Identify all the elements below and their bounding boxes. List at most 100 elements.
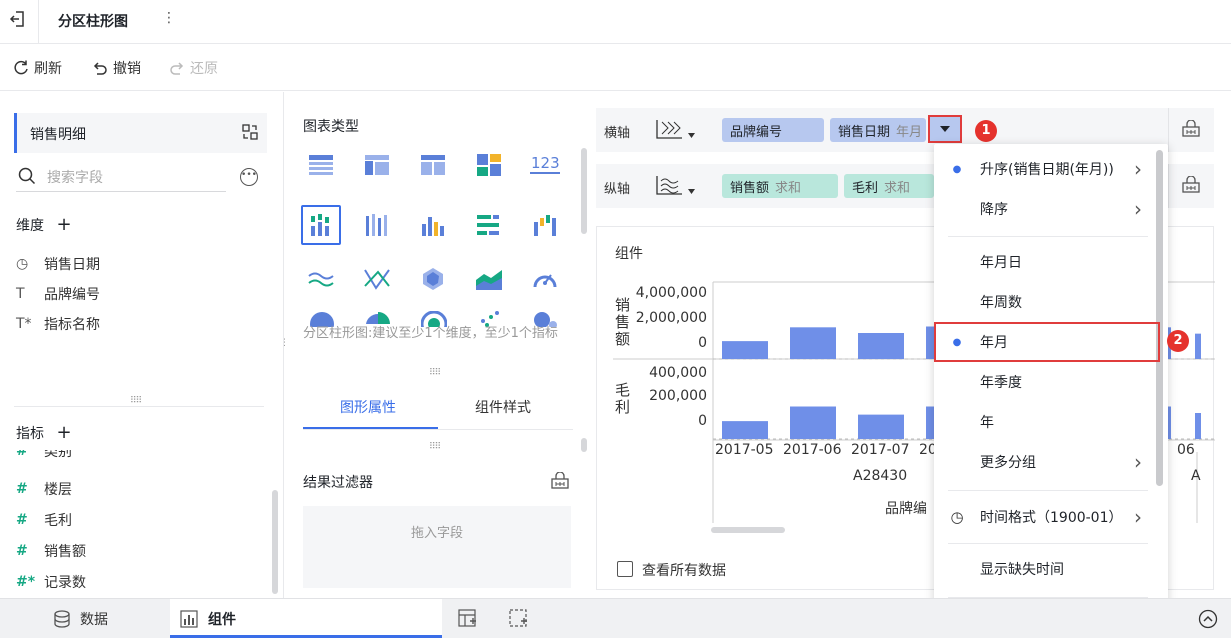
menu-divider xyxy=(948,236,1148,237)
add-measure-icon[interactable]: + xyxy=(56,422,71,443)
undo-button[interactable]: 撤销 xyxy=(91,58,141,78)
tab-component[interactable]: 组件 xyxy=(170,599,442,638)
menu-item[interactable]: ◷ 时间格式（1900-01） › xyxy=(934,497,1156,537)
x-axis-settings[interactable] xyxy=(1168,108,1214,152)
x-tick-label: 06 xyxy=(1177,442,1195,458)
x-field-pill[interactable]: 品牌编号 xyxy=(722,118,824,142)
chart-type-title: 图表类型 xyxy=(303,119,359,135)
measure-item[interactable]: # 销售额 xyxy=(16,541,86,561)
dimension-label: 销售日期 xyxy=(44,257,100,273)
add-component-icon[interactable] xyxy=(458,609,478,629)
grouped-bar-icon[interactable] xyxy=(415,207,451,243)
search-field[interactable]: 搜索字段 xyxy=(16,162,226,192)
detail-table-icon[interactable] xyxy=(415,147,451,183)
chart-config-panel: 图表类型 123 分区柱形图:建议至少1个维度，至少1个指标 ⠿⠿ 图形属性 组… xyxy=(285,92,595,598)
title-bar: 分区柱形图 ⋮ xyxy=(0,0,1231,44)
menu-item-label: 时间格式（1900-01） xyxy=(980,510,1123,526)
horizontal-bar-icon[interactable] xyxy=(471,207,507,243)
tab-graphic-properties[interactable]: 图形属性 xyxy=(340,397,396,417)
resize-grip-icon[interactable]: ⠿⠿ xyxy=(429,442,441,452)
dimension-item[interactable]: ◷ 销售日期 xyxy=(16,254,100,274)
menu-item[interactable]: 年周数 xyxy=(934,282,1156,322)
kpi-number-icon[interactable]: 123 xyxy=(527,147,563,183)
resize-grip-icon[interactable]: ⠿⠿ xyxy=(429,368,441,378)
bar xyxy=(722,341,768,359)
radar-chart-icon[interactable] xyxy=(415,261,451,297)
menu-item[interactable]: ● 升序(销售日期(年月)) › xyxy=(934,149,1156,189)
menu-item[interactable]: 年 xyxy=(934,402,1156,442)
dimension-item[interactable]: T* 指标名称 xyxy=(16,314,100,334)
waterfall-icon[interactable] xyxy=(527,207,563,243)
view-all-checkbox[interactable] xyxy=(617,561,633,577)
dimension-title: 维度 xyxy=(16,218,44,234)
line-chart-icon[interactable] xyxy=(303,261,339,297)
cross-table-icon[interactable] xyxy=(359,147,395,183)
scrollbar[interactable] xyxy=(581,438,587,452)
area-chart-icon[interactable] xyxy=(471,261,507,297)
undo-icon xyxy=(93,62,107,75)
refresh-button[interactable]: 刷新 xyxy=(12,58,62,78)
bar xyxy=(1195,333,1201,359)
menu-scrollbar[interactable] xyxy=(1156,150,1163,486)
y-axis-type-icon[interactable] xyxy=(654,174,696,198)
menu-item-label: 年 xyxy=(980,415,994,431)
combo-line-icon[interactable] xyxy=(359,261,395,297)
menu-item-label: 年周数 xyxy=(980,295,1022,311)
calculated-text-icon: T* xyxy=(16,316,32,332)
view-all-label: 查看所有数据 xyxy=(642,563,726,579)
caret-down-icon xyxy=(940,126,950,132)
menu-item[interactable]: 年月日 xyxy=(934,242,1156,282)
horizontal-scrollbar[interactable] xyxy=(711,527,785,533)
measure-item[interactable]: # 类别 xyxy=(16,450,72,461)
dataset-selector[interactable]: 销售明细 xyxy=(14,113,267,153)
x-field-pill[interactable]: 销售日期 年月 xyxy=(830,118,926,142)
treemap-icon[interactable] xyxy=(471,147,507,183)
switch-dataset-icon[interactable] xyxy=(241,123,259,141)
add-dashboard-icon[interactable] xyxy=(509,609,529,629)
x-axis-type-icon[interactable] xyxy=(654,118,696,142)
collapse-up-icon[interactable] xyxy=(1198,609,1218,629)
x-group-label: A28430 xyxy=(853,468,908,484)
scrollbar[interactable] xyxy=(581,148,587,234)
x-group-label: A xyxy=(1191,468,1201,484)
y-field-pill[interactable]: 销售额 求和 xyxy=(722,174,838,198)
pill-label: 销售额 xyxy=(730,180,770,196)
add-dimension-icon[interactable]: + xyxy=(56,214,71,235)
table-chart-icon[interactable] xyxy=(303,147,339,183)
y-axis-settings[interactable] xyxy=(1168,164,1214,208)
measure-section: 指标 + xyxy=(16,422,72,443)
bar xyxy=(1195,413,1201,439)
dimension-item[interactable]: T 品牌编号 xyxy=(16,284,100,304)
pill-label: 销售日期 xyxy=(838,124,891,140)
more-options-icon[interactable]: ••• xyxy=(240,168,258,186)
number-icon: # xyxy=(16,450,28,459)
chart-hint: 分区柱形图:建议至少1个维度，至少1个指标 xyxy=(303,326,558,341)
measure-title: 指标 xyxy=(16,426,44,442)
more-menu-icon[interactable]: ⋮ xyxy=(162,10,176,26)
menu-item[interactable]: 显示缺失时间 xyxy=(934,549,1156,589)
partition-bar-chart-icon[interactable] xyxy=(301,205,341,245)
tab-data[interactable]: 数据 xyxy=(54,599,108,638)
exit-icon[interactable] xyxy=(8,9,28,29)
measure-item[interactable]: # 楼层 xyxy=(16,479,72,499)
field-dropdown-button[interactable] xyxy=(928,115,962,143)
scrollbar[interactable] xyxy=(272,490,278,594)
tab-component-style[interactable]: 组件样式 xyxy=(475,397,531,417)
filter-drop-zone[interactable]: 拖入字段 xyxy=(303,506,571,588)
redo-button[interactable]: 还原 xyxy=(168,58,218,78)
menu-item-label: 更多分组 xyxy=(980,455,1036,471)
resize-grip-icon[interactable]: ⠿⠿ xyxy=(130,396,142,406)
menu-item[interactable]: 降序 › xyxy=(934,189,1156,229)
axis-settings-icon xyxy=(1182,176,1200,193)
menu-item[interactable]: 年季度 xyxy=(934,362,1156,402)
y-field-pill[interactable]: 毛利 求和 xyxy=(844,174,934,198)
menu-item[interactable]: 更多分组 › xyxy=(934,442,1156,482)
y-axis-label: 纵轴 xyxy=(604,182,631,197)
filter-settings-icon[interactable] xyxy=(551,472,569,490)
stacked-bar-icon[interactable] xyxy=(359,207,395,243)
clock-icon: ◷ xyxy=(950,508,964,526)
menu-divider xyxy=(948,490,1148,491)
gauge-icon[interactable] xyxy=(527,261,563,297)
measure-item[interactable]: # 毛利 xyxy=(16,510,72,530)
measure-item[interactable]: #* 记录数 xyxy=(16,572,86,592)
